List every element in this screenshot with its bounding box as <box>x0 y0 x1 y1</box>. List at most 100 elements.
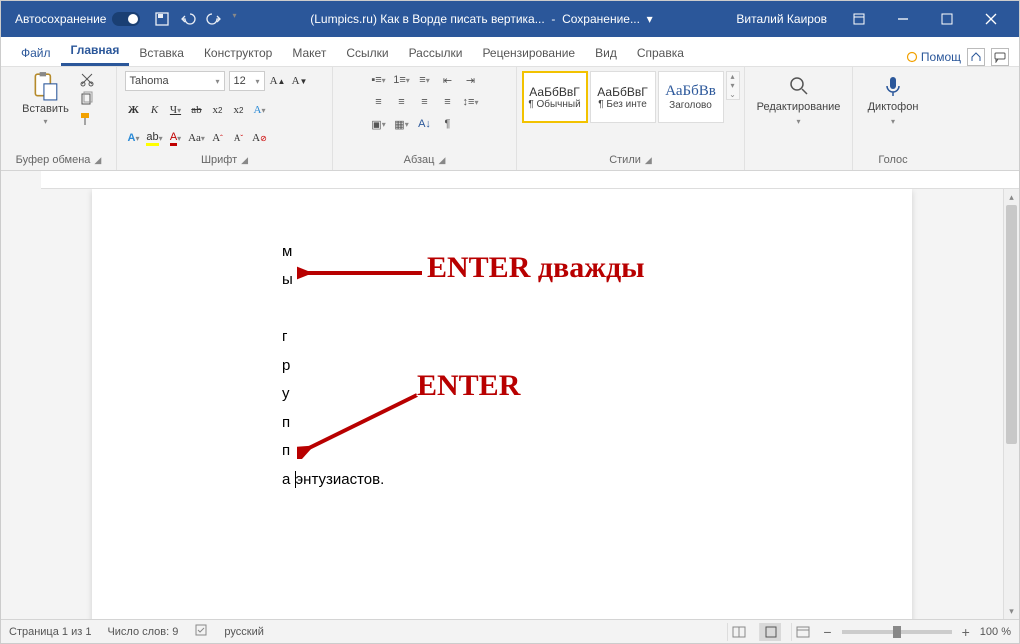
align-center-button[interactable]: ≡ <box>392 93 412 111</box>
close-button[interactable] <box>969 1 1013 37</box>
copy-icon[interactable] <box>79 91 95 107</box>
tab-file[interactable]: Файл <box>11 40 61 66</box>
text-highlight-button[interactable]: A ▾ <box>125 129 143 147</box>
web-layout-button[interactable] <box>791 623 813 641</box>
line-spacing-button[interactable]: ↕≡▾ <box>461 93 481 111</box>
tab-view[interactable]: Вид <box>585 40 627 66</box>
style-heading1[interactable]: АаБбВв Заголово <box>658 71 724 123</box>
styles-group-title: Стили <box>609 154 641 166</box>
annotation-enter-twice: ENTER дважды <box>427 251 645 285</box>
tab-layout[interactable]: Макет <box>282 40 336 66</box>
autosave-toggle[interactable] <box>112 12 140 26</box>
font-size-selector[interactable]: 12▾ <box>229 71 265 91</box>
numbering-button[interactable]: 1≡▾ <box>392 71 412 89</box>
dictate-label[interactable]: Диктофон <box>868 101 919 113</box>
arrow-enter-twice <box>297 263 427 283</box>
document-area: м ы г р у п п а энтузиастов. ENTER дважд… <box>1 171 1019 619</box>
comments-button[interactable] <box>991 48 1009 66</box>
autosave-label: Автосохранение <box>15 12 106 26</box>
status-bar: Страница 1 из 1 Число слов: 9 русский − … <box>1 619 1019 643</box>
arrow-enter <box>297 389 427 459</box>
align-left-button[interactable]: ≡ <box>369 93 389 111</box>
clear-formatting-button[interactable]: A⊘ <box>251 129 269 147</box>
undo-icon[interactable] <box>180 11 196 27</box>
tab-mailings[interactable]: Рассылки <box>399 40 473 66</box>
editing-label[interactable]: Редактирование <box>757 101 841 113</box>
share-button[interactable] <box>967 48 985 66</box>
grow-font-button[interactable]: Aˆ <box>209 129 227 147</box>
tab-review[interactable]: Рецензирование <box>472 40 585 66</box>
decrease-font-icon[interactable]: A▼ <box>291 72 309 90</box>
borders-button[interactable]: ▦▾ <box>392 115 412 133</box>
language-indicator[interactable]: русский <box>224 626 263 638</box>
highlight-color-button[interactable]: ab ▾ <box>146 129 164 147</box>
zoom-level[interactable]: 100 % <box>980 626 1011 638</box>
justify-button[interactable]: ≡ <box>438 93 458 111</box>
clipboard-group-title: Буфер обмена <box>16 154 91 166</box>
page-indicator[interactable]: Страница 1 из 1 <box>9 626 91 638</box>
styles-scroll[interactable]: ▴▾⌄ <box>726 71 740 100</box>
shading-button[interactable]: ▣▾ <box>369 115 389 133</box>
subscript-button[interactable]: x2 <box>209 101 227 119</box>
tab-insert[interactable]: Вставка <box>129 40 194 66</box>
shrink-font-button[interactable]: Aˇ <box>230 129 248 147</box>
title-bar: Автосохранение ▾ (Lumpics.ru) Как в Ворд… <box>1 1 1019 37</box>
print-layout-button[interactable] <box>759 623 781 641</box>
show-marks-button[interactable]: ¶ <box>438 115 458 133</box>
maximize-button[interactable] <box>925 1 969 37</box>
paste-icon[interactable] <box>31 71 59 101</box>
find-icon[interactable] <box>788 75 810 97</box>
tab-home[interactable]: Главная <box>61 37 130 66</box>
save-icon[interactable] <box>154 11 170 27</box>
strike-button[interactable]: ab <box>188 101 206 119</box>
font-name-selector[interactable]: Tahoma▾ <box>125 71 225 91</box>
bullets-button[interactable]: ▪≡▾ <box>369 71 389 89</box>
text-effects-button[interactable]: A ▾ <box>251 101 269 119</box>
increase-indent-button[interactable]: ⇥ <box>461 71 481 89</box>
paragraph-launcher[interactable]: ◢ <box>438 155 445 166</box>
style-no-spacing[interactable]: АаБбВвГ ¶ Без инте <box>590 71 656 123</box>
underline-button[interactable]: Ч ▾ <box>167 101 185 119</box>
tab-help[interactable]: Справка <box>627 40 694 66</box>
word-count[interactable]: Число слов: 9 <box>107 626 178 638</box>
tab-design[interactable]: Конструктор <box>194 40 282 66</box>
superscript-button[interactable]: x2 <box>230 101 248 119</box>
cut-icon[interactable] <box>79 71 95 87</box>
ribbon-display-options[interactable] <box>837 1 881 37</box>
tell-me[interactable]: Помощ <box>906 50 961 64</box>
sort-button[interactable]: A↓ <box>415 115 435 133</box>
align-right-button[interactable]: ≡ <box>415 93 435 111</box>
vertical-scrollbar[interactable]: ▴▾ <box>1003 189 1019 619</box>
zoom-in-button[interactable]: + <box>962 624 970 640</box>
tab-references[interactable]: Ссылки <box>336 40 398 66</box>
change-case-button[interactable]: Aa ▾ <box>188 129 206 147</box>
read-mode-button[interactable] <box>727 623 749 641</box>
ribbon-tabs: Файл Главная Вставка Конструктор Макет С… <box>1 37 1019 67</box>
multilevel-button[interactable]: ≡▾ <box>415 71 435 89</box>
zoom-slider[interactable] <box>842 630 952 634</box>
horizontal-ruler[interactable] <box>41 171 1019 189</box>
font-launcher[interactable]: ◢ <box>241 155 248 166</box>
zoom-out-button[interactable]: − <box>823 624 831 640</box>
clipboard-launcher[interactable]: ◢ <box>94 155 101 166</box>
paste-label[interactable]: Вставить <box>22 103 69 115</box>
minimize-button[interactable] <box>881 1 925 37</box>
increase-font-icon[interactable]: A▲ <box>269 72 287 90</box>
paragraph-group-title: Абзац <box>404 154 435 166</box>
user-name[interactable]: Виталий Каиров <box>726 12 837 26</box>
spell-check-icon[interactable] <box>194 623 208 640</box>
styles-launcher[interactable]: ◢ <box>645 155 652 166</box>
redo-icon[interactable] <box>206 11 222 27</box>
font-group-title: Шрифт <box>201 154 237 166</box>
dictate-icon[interactable] <box>882 75 904 97</box>
style-normal[interactable]: АаБбВвГ ¶ Обычный <box>522 71 588 123</box>
decrease-indent-button[interactable]: ⇤ <box>438 71 458 89</box>
annotation-enter: ENTER <box>417 369 520 403</box>
voice-group-title: Голос <box>878 154 907 166</box>
format-painter-icon[interactable] <box>79 111 95 127</box>
font-color-button[interactable]: A ▾ <box>167 129 185 147</box>
ribbon: Вставить ▾ Буфер обмена◢ Tahoma▾ 12▾ A▲ … <box>1 67 1019 171</box>
page[interactable]: м ы г р у п п а энтузиастов. ENTER дважд… <box>92 189 912 619</box>
italic-button[interactable]: К <box>146 101 164 119</box>
bold-button[interactable]: Ж <box>125 101 143 119</box>
